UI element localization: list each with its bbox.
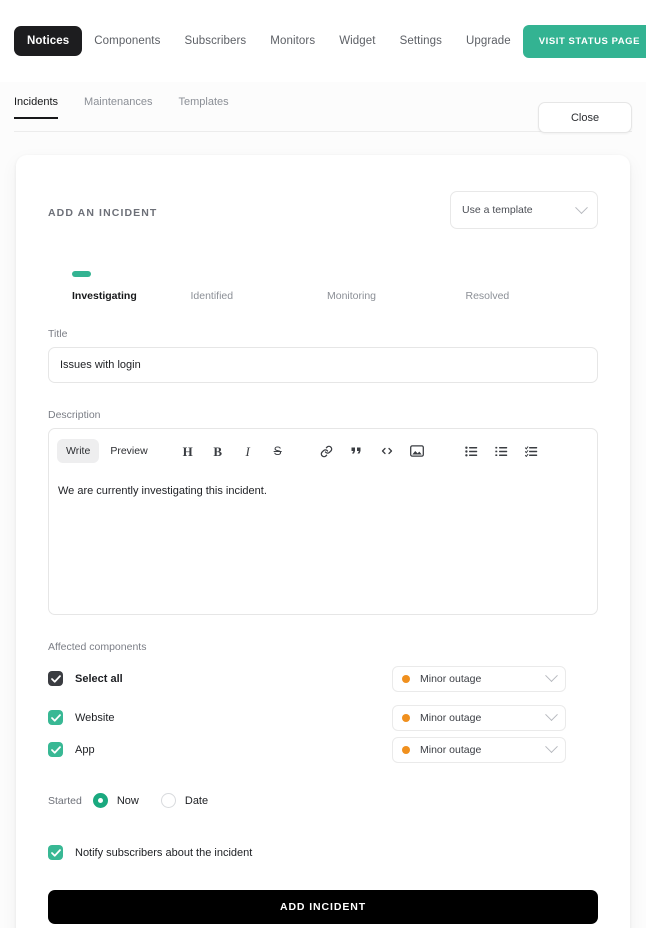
ordered-list-icon[interactable] xyxy=(492,441,512,461)
card-header: ADD AN INCIDENT Use a template xyxy=(48,191,598,229)
started-label: Started xyxy=(48,794,82,807)
step-indicator-bar xyxy=(191,271,210,277)
page-root: Notices Components Subscribers Monitors … xyxy=(0,0,646,928)
component-label: Select all xyxy=(75,672,123,685)
page-title: ADD AN INCIDENT xyxy=(48,207,158,219)
nav-item-monitors[interactable]: Monitors xyxy=(258,26,327,56)
chevron-down-icon xyxy=(575,200,588,214)
format-tool-group: H B I S xyxy=(173,441,293,461)
bold-icon[interactable]: B xyxy=(208,441,228,461)
tab-maintenances[interactable]: Maintenances xyxy=(84,90,153,119)
visit-status-page-button[interactable]: VISIT STATUS PAGE xyxy=(522,24,646,58)
description-editor: Write Preview H B I S We are currently i… xyxy=(48,428,598,615)
step-investigating[interactable]: Investigating xyxy=(50,271,187,302)
severity-value: Minor outage xyxy=(420,743,482,756)
step-label: Investigating xyxy=(72,290,137,302)
title-field-label: Title xyxy=(48,328,68,340)
severity-select-website[interactable]: Minor outage xyxy=(392,704,566,731)
radio-started-date[interactable] xyxy=(160,793,176,808)
use-template-select[interactable]: Use a template xyxy=(450,191,598,229)
close-panel-button[interactable]: Close xyxy=(538,102,632,133)
severity-select-app[interactable]: Minor outage xyxy=(392,736,566,763)
component-label: Website xyxy=(75,711,115,724)
component-row-select-all: Select all Minor outage xyxy=(48,665,598,692)
severity-select-select-all[interactable]: Minor outage xyxy=(392,665,566,692)
nav-item-widget[interactable]: Widget xyxy=(327,26,387,56)
notify-subscribers-label: Notify subscribers about the incident xyxy=(75,846,253,859)
step-indicator-bar xyxy=(327,271,346,277)
quote-icon[interactable] xyxy=(347,441,367,461)
step-resolved[interactable]: Resolved xyxy=(460,271,597,302)
task-list-icon[interactable] xyxy=(522,441,542,461)
affected-components-label: Affected components xyxy=(48,641,147,653)
add-incident-button[interactable]: ADD INCIDENT xyxy=(48,890,598,924)
step-identified[interactable]: Identified xyxy=(187,271,324,302)
chevron-down-icon xyxy=(545,669,558,683)
tab-templates[interactable]: Templates xyxy=(179,90,229,119)
notify-row: Notify subscribers about the incident xyxy=(48,845,598,860)
nav-item-subscribers[interactable]: Subscribers xyxy=(172,26,258,56)
insert-tool-group xyxy=(312,441,432,461)
step-indicator-bar xyxy=(72,271,91,277)
nav-item-settings[interactable]: Settings xyxy=(388,26,454,56)
step-label: Identified xyxy=(190,290,234,302)
severity-value: Minor outage xyxy=(420,672,482,685)
link-icon[interactable] xyxy=(317,441,337,461)
component-row-website: Website Minor outage xyxy=(48,704,598,731)
editor-toolbar: Write Preview H B I S xyxy=(49,429,597,473)
nav-item-notices[interactable]: Notices xyxy=(14,26,83,56)
strikethrough-icon[interactable]: S xyxy=(268,441,288,461)
severity-dot-icon xyxy=(402,674,410,683)
radio-started-now[interactable] xyxy=(92,793,108,808)
description-field-label: Description xyxy=(48,409,101,421)
select-all-checkbox[interactable] xyxy=(48,671,63,686)
add-incident-card: ADD AN INCIDENT Use a template Investiga… xyxy=(16,155,630,928)
component-row-app: App Minor outage xyxy=(48,736,598,763)
severity-value: Minor outage xyxy=(420,711,482,724)
chevron-down-icon xyxy=(545,708,558,722)
tab-incidents[interactable]: Incidents xyxy=(14,90,59,119)
component-label: App xyxy=(75,743,95,756)
list-tool-group xyxy=(457,441,547,461)
status-stepper: Investigating Identified Monitoring Reso… xyxy=(48,271,598,302)
step-label: Monitoring xyxy=(327,290,377,302)
top-navigation: Notices Components Subscribers Monitors … xyxy=(0,0,646,82)
use-template-value: Use a template xyxy=(462,204,533,216)
step-indicator-bar xyxy=(466,271,485,277)
step-label: Resolved xyxy=(465,290,510,302)
code-icon[interactable] xyxy=(377,441,397,461)
started-row: Started Now Date xyxy=(48,793,598,808)
image-icon[interactable] xyxy=(407,441,427,461)
step-monitoring[interactable]: Monitoring xyxy=(323,271,460,302)
heading-icon[interactable]: H xyxy=(178,441,198,461)
notify-subscribers-checkbox[interactable] xyxy=(48,845,63,860)
radio-label-date: Date xyxy=(184,794,209,807)
component-checkbox-app[interactable] xyxy=(48,742,63,757)
severity-dot-icon xyxy=(402,745,410,754)
title-input[interactable]: Issues with login xyxy=(48,347,598,383)
nav-item-upgrade[interactable]: Upgrade xyxy=(454,26,523,56)
component-checkbox-website[interactable] xyxy=(48,710,63,725)
severity-dot-icon xyxy=(402,713,410,722)
description-textarea[interactable]: We are currently investigating this inci… xyxy=(49,473,597,509)
editor-tab-preview[interactable]: Preview xyxy=(101,439,156,463)
nav-item-components[interactable]: Components xyxy=(82,26,172,56)
bullet-list-icon[interactable] xyxy=(462,441,482,461)
radio-label-now: Now xyxy=(116,794,139,807)
italic-icon[interactable]: I xyxy=(238,441,258,461)
editor-tab-write[interactable]: Write xyxy=(57,439,100,463)
chevron-down-icon xyxy=(545,740,558,754)
